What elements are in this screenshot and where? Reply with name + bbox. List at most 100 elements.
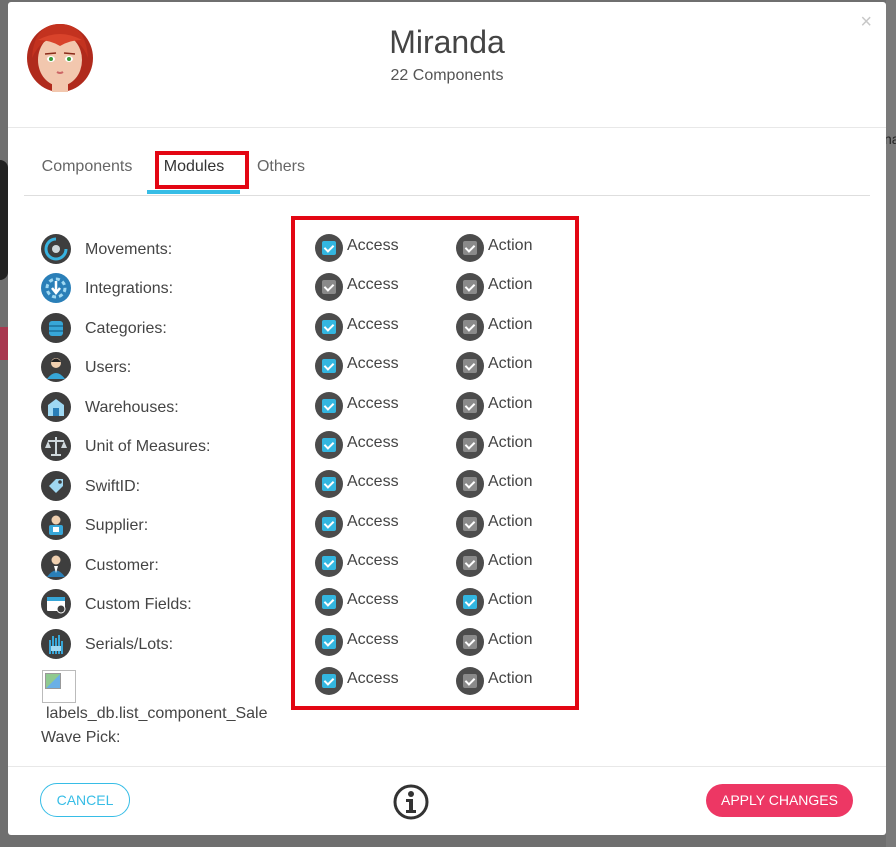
module-label: labels_db.list_component_Sale: [46, 705, 268, 722]
module-row: Warehouses:: [40, 391, 310, 425]
action-checkbox[interactable]: [456, 431, 484, 459]
checkmark-icon: [463, 438, 477, 452]
access-label: Access: [347, 395, 399, 412]
checkmark-icon: [463, 241, 477, 255]
access-checkbox[interactable]: [315, 549, 343, 577]
users-icon: [41, 352, 71, 382]
access-checkbox[interactable]: [315, 234, 343, 262]
checkmark-icon: [463, 674, 477, 688]
action-label: Action: [488, 237, 533, 254]
action-checkbox[interactable]: [456, 510, 484, 538]
checkmark-icon: [463, 359, 477, 373]
action-label: Action: [488, 355, 533, 372]
module-label: Custom Fields:: [85, 596, 192, 613]
access-label: Access: [347, 316, 399, 333]
module-row: Serials/Lots:: [40, 628, 310, 662]
access-label: Access: [347, 473, 399, 490]
action-label: Action: [488, 473, 533, 490]
checkmark-icon: [322, 280, 336, 294]
footer-divider: [8, 766, 886, 767]
checkmark-icon: [322, 359, 336, 373]
access-checkbox[interactable]: [315, 273, 343, 301]
access-checkbox[interactable]: [315, 352, 343, 380]
header-divider: [8, 127, 886, 128]
access-checkbox[interactable]: [315, 588, 343, 616]
checkmark-icon: [322, 320, 336, 334]
checkmark-icon: [322, 674, 336, 688]
action-checkbox[interactable]: [456, 273, 484, 301]
tag-icon: [41, 471, 71, 501]
module-label: Users:: [85, 359, 132, 376]
action-label: Action: [488, 276, 533, 293]
background-page-edge: [886, 0, 896, 847]
action-label: Action: [488, 513, 533, 530]
checkmark-icon: [322, 477, 336, 491]
access-checkbox[interactable]: [315, 628, 343, 656]
user-permissions-modal: × Miranda 22 Components Components Modul…: [8, 2, 886, 835]
module-label: Warehouses:: [85, 399, 179, 416]
module-row: Users:: [40, 351, 310, 385]
action-label: Action: [488, 670, 533, 687]
access-checkbox[interactable]: [315, 667, 343, 695]
action-label: Action: [488, 591, 533, 608]
customer-icon: [41, 550, 71, 580]
action-checkbox[interactable]: [456, 549, 484, 577]
action-checkbox[interactable]: [456, 588, 484, 616]
action-checkbox[interactable]: [456, 313, 484, 341]
module-row: Customer:: [40, 549, 310, 583]
checkmark-icon: [463, 517, 477, 531]
access-checkbox[interactable]: [315, 470, 343, 498]
integrations-icon: [41, 273, 71, 303]
action-checkbox[interactable]: [456, 352, 484, 380]
checkmark-icon: [322, 595, 336, 609]
supplier-icon: [41, 510, 71, 540]
tab-others[interactable]: Others: [253, 148, 309, 188]
access-label: Access: [347, 434, 399, 451]
background-page: [0, 160, 8, 280]
access-label: Access: [347, 670, 399, 687]
action-checkbox[interactable]: [456, 234, 484, 262]
checkmark-icon: [463, 280, 477, 294]
action-checkbox[interactable]: [456, 667, 484, 695]
action-label: Action: [488, 395, 533, 412]
tab-components[interactable]: Components: [41, 148, 133, 188]
checkmark-icon: [322, 635, 336, 649]
cancel-button[interactable]: CANCEL: [40, 783, 130, 817]
background-page-accent: [0, 327, 8, 360]
access-label: Access: [347, 631, 399, 648]
checkmark-icon: [463, 635, 477, 649]
custom-fields-icon: [41, 589, 71, 619]
module-label: SwiftID:: [85, 478, 141, 495]
component-count: 22 Components: [390, 67, 504, 84]
module-row: Integrations:: [40, 272, 310, 306]
access-label: Access: [347, 355, 399, 372]
info-icon[interactable]: [393, 784, 429, 820]
module-label: Supplier:: [85, 517, 149, 534]
categories-icon: [41, 313, 71, 343]
module-row: Supplier:: [40, 509, 310, 543]
action-checkbox[interactable]: [456, 470, 484, 498]
tab-modules[interactable]: Modules: [148, 148, 240, 188]
access-label: Access: [347, 591, 399, 608]
access-checkbox[interactable]: [315, 510, 343, 538]
checkmark-icon: [463, 595, 477, 609]
module-row: SwiftID:: [40, 470, 310, 504]
apply-changes-button[interactable]: APPLY CHANGES: [706, 784, 853, 817]
checkmark-icon: [322, 556, 336, 570]
access-label: Access: [347, 513, 399, 530]
active-tab-indicator: [147, 190, 240, 194]
user-name: Miranda: [389, 24, 505, 60]
checkmark-icon: [322, 438, 336, 452]
module-label: Customer:: [85, 557, 159, 574]
action-checkbox[interactable]: [456, 628, 484, 656]
module-label: Categories:: [85, 320, 167, 337]
access-checkbox[interactable]: [315, 392, 343, 420]
checkmark-icon: [463, 556, 477, 570]
access-checkbox[interactable]: [315, 431, 343, 459]
warehouses-icon: [41, 392, 71, 422]
module-row: Categories:: [40, 312, 310, 346]
action-checkbox[interactable]: [456, 392, 484, 420]
module-label-continuation: Wave Pick:: [41, 729, 121, 746]
access-checkbox[interactable]: [315, 313, 343, 341]
checkmark-icon: [463, 477, 477, 491]
